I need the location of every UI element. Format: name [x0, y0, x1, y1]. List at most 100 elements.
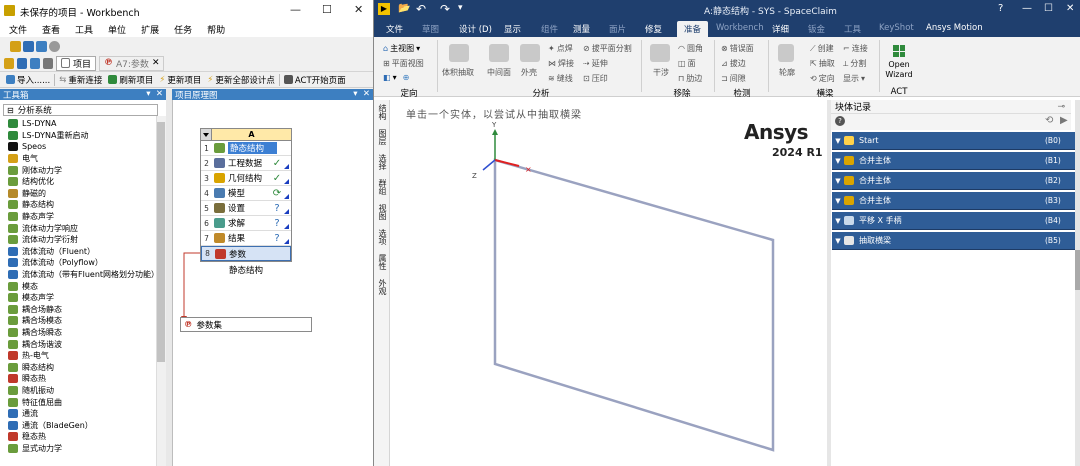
refresh-project-button[interactable]: 刷新项目 — [106, 74, 155, 86]
toolbox-item[interactable]: 耦合场瞬态 — [3, 327, 156, 339]
surface-body[interactable] — [493, 158, 775, 452]
history-splitter[interactable] — [827, 100, 831, 466]
side-tab[interactable]: 视图 — [377, 204, 388, 220]
menu-units[interactable]: 单位 — [108, 23, 126, 36]
weld-button[interactable]: ⋈ 焊接 — [548, 58, 574, 69]
split-by-plane-button[interactable]: ⊘ 拔平面分割 — [583, 43, 632, 54]
import-icon[interactable] — [43, 57, 53, 69]
close-icon[interactable]: ✕ — [354, 3, 363, 16]
toolbox-item[interactable]: 刚体动力学 — [3, 164, 156, 176]
ribbon-tab[interactable]: KeyShot — [879, 23, 914, 33]
toolbox-item[interactable]: 静磁的 — [3, 188, 156, 200]
expand-chevron-icon[interactable]: ▼ — [832, 237, 844, 245]
new-project-icon[interactable] — [10, 40, 21, 52]
reconnect-button[interactable]: ⇆ 重新连接 — [57, 74, 104, 86]
orient-beam-button[interactable]: ⟲ 定向 — [810, 73, 835, 84]
history-rewind-icon[interactable]: ⟲ — [1045, 115, 1053, 126]
save-as-icon[interactable] — [30, 57, 40, 69]
maximize-icon[interactable]: ☐ — [322, 3, 332, 16]
triad-x-axis[interactable] — [494, 159, 520, 167]
create-beam-button[interactable]: ⟋ 创建 — [810, 43, 834, 54]
home-view-button[interactable]: ⌂ 主视图 ▾ — [383, 43, 420, 54]
menu-view[interactable]: 查看 — [42, 23, 60, 36]
toolbox-item[interactable]: Speos — [3, 141, 156, 153]
toolbox-item[interactable]: LS-DYNA — [3, 118, 156, 130]
profile-button[interactable]: 轮廓 — [779, 67, 795, 78]
history-row[interactable]: ▼ 合并主体 (B1) — [832, 152, 1075, 170]
history-row[interactable]: ▼ 合并主体 (B2) — [832, 172, 1075, 190]
import-button[interactable]: 导入...... — [4, 74, 52, 86]
new-icon[interactable] — [4, 57, 14, 69]
menu-tools[interactable]: 工具 — [75, 23, 93, 36]
history-row[interactable]: ▼ Start (B0) — [832, 132, 1075, 150]
act-start-page-button[interactable]: ACT开始页面 — [282, 74, 348, 86]
spaceclaim-app-icon[interactable]: ▶ — [378, 3, 390, 15]
remove-faces-button[interactable]: ◫ 面 — [678, 58, 696, 69]
toolbox-pin-icon[interactable]: ▾ ‌ ✕ — [146, 89, 163, 99]
sc-maximize-icon[interactable]: ☐ — [1044, 3, 1053, 14]
extract-beam-button[interactable]: ⇱ 抽取 — [810, 58, 835, 69]
expand-chevron-icon[interactable]: ▼ — [832, 137, 844, 145]
seam-button[interactable]: ≋ 缝线 — [548, 73, 573, 84]
toolbox-item[interactable]: 瞬态热 — [3, 373, 156, 385]
toolbox-item[interactable]: 通流（BladeGen） — [3, 419, 156, 431]
ribbon-tab[interactable]: 工具 — [844, 23, 861, 35]
remove-ribs-button[interactable]: ⊓ 肋边 — [678, 73, 702, 84]
toolbox-item[interactable]: 瞬态结构 — [3, 361, 156, 373]
toolbox-scroll-thumb[interactable] — [157, 122, 165, 362]
volume-extract-button[interactable]: 体积抽取 — [442, 67, 474, 78]
expand-chevron-icon[interactable]: ▼ — [832, 197, 844, 205]
toolbox-item[interactable]: 显式动力学 — [3, 443, 156, 455]
history-pin-icon[interactable]: ⊸ — [1057, 102, 1065, 112]
history-row[interactable]: ▼ 抽取横梁 (B5) — [832, 232, 1075, 250]
toolbox-item[interactable]: 耦合场静态 — [3, 304, 156, 316]
side-tab[interactable]: 图层 — [377, 129, 388, 145]
close-tab-icon[interactable]: ✕ — [152, 58, 160, 68]
toolbox-item[interactable]: 随机振动 — [3, 385, 156, 397]
toolbox-item[interactable]: 流体动力学衍射 — [3, 234, 156, 246]
ribbon-tab[interactable]: 面片 — [609, 23, 626, 35]
schematic-pin-icon[interactable]: ▾ ‌ ✕ — [353, 89, 370, 99]
history-help-icon[interactable]: ? — [835, 116, 845, 126]
expand-chevron-icon[interactable]: ▼ — [832, 157, 844, 165]
ribbon-tab[interactable]: 钣金 — [808, 23, 825, 35]
parameter-set[interactable]: ℗ 参数集 — [180, 317, 312, 332]
toolbox-item[interactable]: 流体动力学响应 — [3, 222, 156, 234]
toolbox-item[interactable]: 特征值屈曲 — [3, 396, 156, 408]
open-wizard-button[interactable]: Open Wizard — [883, 60, 915, 80]
history-row[interactable]: ▼ 合并主体 (B3) — [832, 192, 1075, 210]
toolbox-item[interactable]: 流体流动（Fluent） — [3, 246, 156, 258]
toolbox-item[interactable]: 耦合场模态 — [3, 315, 156, 327]
ribbon-tab[interactable]: 文件 — [386, 23, 403, 35]
menu-file[interactable]: 文件 — [9, 23, 27, 36]
ribbon-tab[interactable]: 设计 (D) — [459, 23, 492, 35]
ribbon-tab[interactable]: Ansys Motion — [926, 23, 983, 33]
connect-beam-button[interactable]: ⌐ 连接 — [843, 43, 868, 54]
toolbox-item[interactable]: 结构优化 — [3, 176, 156, 188]
toolbox-category[interactable]: ⊟ 分析系统 — [3, 104, 158, 116]
shell-button[interactable]: 外壳 — [521, 67, 537, 78]
open-project-icon[interactable] — [23, 40, 34, 52]
history-play-icon[interactable]: ▶ — [1060, 115, 1068, 126]
history-row[interactable]: ▼ 平移 X 手柄 (B4) — [832, 212, 1075, 230]
split-beam-button[interactable]: ⟂ 分割 — [843, 58, 866, 69]
save-icon[interactable] — [36, 40, 47, 52]
expand-chevron-icon[interactable]: ▼ — [832, 177, 844, 185]
toolbox-item[interactable]: 模态声学 — [3, 292, 156, 304]
imprint-button[interactable]: ⊡ 压印 — [583, 73, 608, 84]
spot-weld-button[interactable]: ✦ 点焊 — [548, 43, 573, 54]
collapse-icon[interactable]: ⊟ — [7, 106, 14, 115]
open-icon[interactable] — [17, 57, 27, 69]
toolbox-item[interactable]: LS-DYNA重新启动 — [3, 130, 156, 142]
toolbox-item[interactable]: 流体流动（带有Fluent网格划分功能） — [3, 269, 156, 281]
sc-close-icon[interactable]: ✕ — [1066, 3, 1074, 14]
display-beam-button[interactable]: 显示 ▾ — [843, 73, 865, 84]
plane-view-button[interactable]: ⊞ 平面视图 — [383, 58, 424, 69]
history-scroll-thumb[interactable] — [1075, 250, 1080, 290]
undo-icon[interactable]: ↶ — [416, 2, 426, 16]
archive-icon[interactable] — [49, 40, 60, 52]
side-tab[interactable]: 外观 — [377, 279, 388, 295]
tab-project[interactable]: 项目 — [56, 55, 97, 71]
remove-rounds-button[interactable]: ◠ 圆角 — [678, 43, 703, 54]
help-icon[interactable]: ? — [998, 3, 1003, 14]
